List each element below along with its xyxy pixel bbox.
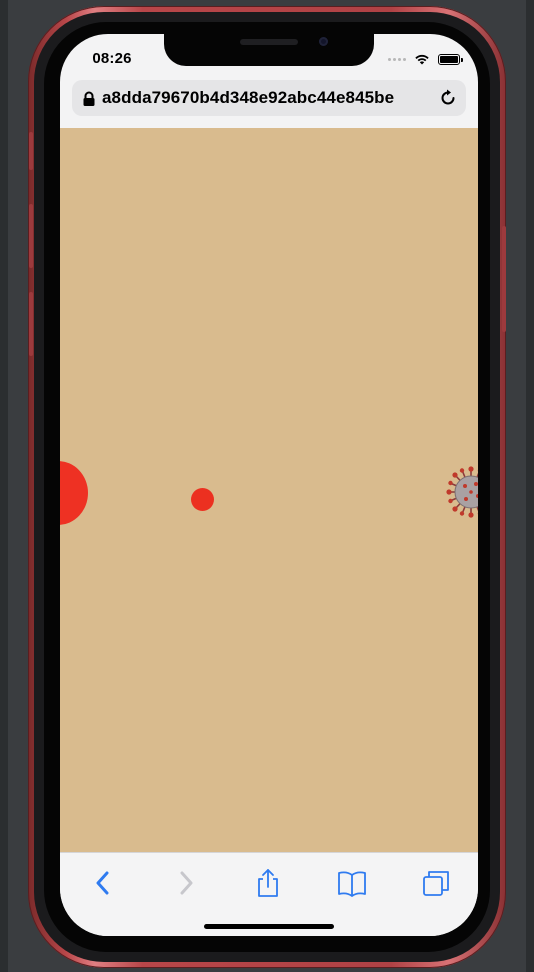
background-strip-left: [0, 0, 8, 972]
share-icon[interactable]: [252, 867, 284, 899]
book-icon[interactable]: [336, 867, 368, 899]
power-button: [502, 226, 506, 332]
virus-icon: [446, 466, 478, 518]
front-camera: [319, 37, 328, 46]
speaker-grille: [240, 39, 298, 45]
web-content[interactable]: [60, 128, 478, 852]
lock-icon: [83, 91, 95, 106]
small-red-circle: [191, 488, 214, 511]
address-bar[interactable]: a8dda79670b4d348e92abc44e845be: [72, 80, 466, 116]
wifi-icon: [415, 54, 429, 65]
home-indicator[interactable]: [204, 924, 334, 929]
status-time: 08:26: [92, 50, 132, 67]
volume-down-button: [29, 292, 33, 356]
reload-icon[interactable]: [438, 88, 458, 108]
mute-switch: [29, 132, 33, 170]
tabs-icon[interactable]: [420, 867, 452, 899]
battery-icon: [438, 53, 463, 65]
status-icons: [388, 52, 463, 66]
url-fade: [412, 80, 438, 116]
chevron-left-icon[interactable]: [88, 867, 120, 899]
background-strip-right: [526, 0, 534, 972]
notch: [164, 34, 374, 66]
volume-up-button: [29, 204, 33, 268]
url-text[interactable]: a8dda79670b4d348e92abc44e845be: [102, 88, 432, 108]
chevron-right-icon[interactable]: [170, 867, 202, 899]
large-red-circle: [60, 461, 88, 525]
signal-icon: [388, 57, 406, 61]
phone-screen: 08:26 a8dda79670b4d348e92abc44e845be: [60, 34, 478, 936]
